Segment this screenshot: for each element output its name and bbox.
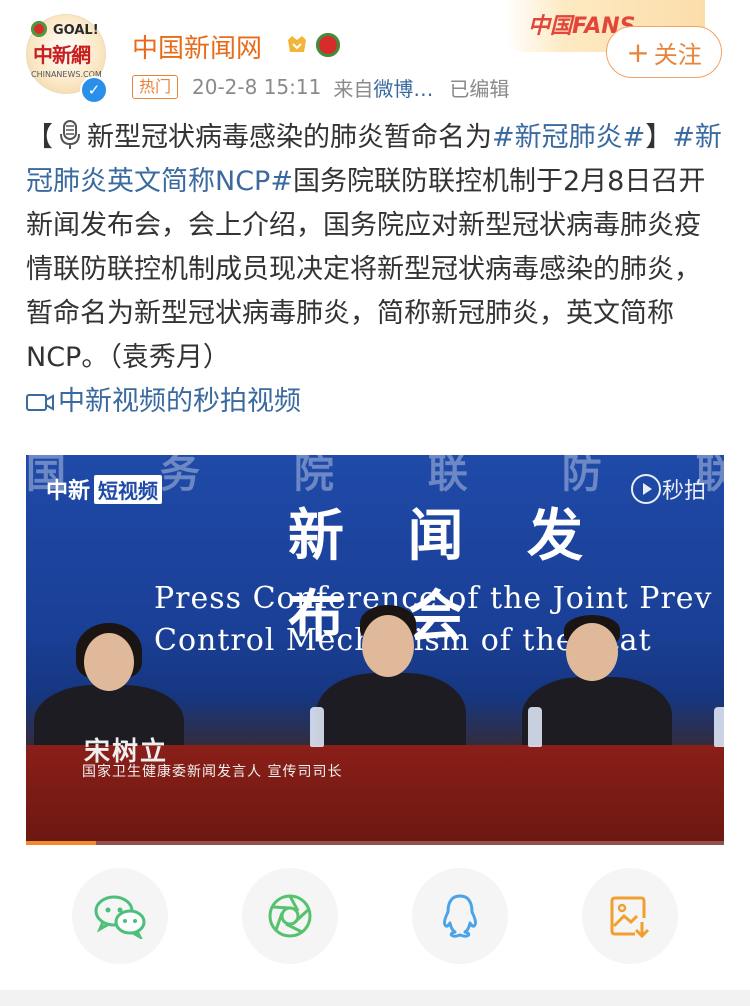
username[interactable]: 中国新闻网 (132, 28, 262, 65)
video-progress-fill (26, 841, 96, 845)
verified-icon: ✓ (80, 76, 108, 104)
wechat-icon (94, 895, 146, 939)
plus-icon: + (626, 35, 650, 69)
video-watermark: 中新 短视频 (46, 473, 163, 505)
post-header: 中国FANS GOAL! 中新網 CHINANEWS.COM ✓ 中国新闻网 热… (0, 0, 750, 110)
video-link[interactable]: 中新视频的秒拍视频 (26, 380, 301, 424)
source-prefix: 来自 (333, 76, 374, 101)
video-watermark-box: 短视频 (94, 474, 163, 504)
bracket-open: 【 (26, 122, 53, 153)
peony-icon (31, 21, 47, 37)
video-progress-bar[interactable] (26, 841, 724, 845)
bottom-divider (0, 990, 750, 1006)
post-body: 国务院联防联控机制于2月8日召开新闻发布会，会上介绍，国务院应对新型冠状病毒肺炎… (26, 166, 706, 373)
post-time: 20-2-8 15:11 (192, 75, 322, 99)
speaker-center-head (362, 615, 414, 677)
share-qq-button[interactable] (412, 868, 508, 964)
share-wechat-button[interactable] (72, 868, 168, 964)
video-link-label: 中新视频的秒拍视频 (58, 386, 301, 417)
video-watermark-text: 中新 (46, 479, 91, 504)
post-meta: 热门 20-2-8 15:11 来自 微博… 已编辑 (132, 73, 509, 101)
play-icon (630, 474, 661, 504)
water-bottle (528, 707, 542, 747)
follow-button[interactable]: + 关注 (606, 26, 722, 78)
source-link[interactable]: 微博… (373, 73, 433, 102)
bracket-close: 】 (645, 122, 673, 153)
hashtag-xinguan[interactable]: #新冠肺炎# (492, 122, 645, 153)
speaker-left-head (84, 633, 134, 691)
video-player[interactable]: 国 务 院 联 防 联 控 新 闻 发 布 会 Press Conference… (26, 455, 724, 845)
post-text: 【 新型冠状病毒感染的肺炎暂命名为#新冠肺炎#】#新冠肺炎英文简称NCP#国务院… (26, 116, 726, 427)
water-bottle (714, 707, 724, 747)
hot-tag: 热门 (132, 75, 179, 99)
share-moments-button[interactable] (242, 868, 338, 964)
miaopai-label: 秒拍 (661, 479, 706, 504)
peony-badge-icon (316, 33, 340, 57)
follow-label: 关注 (653, 40, 702, 69)
edited-label: 已编辑 (449, 76, 510, 101)
post-title-text: 新型冠状病毒感染的肺炎暂命名为 (87, 122, 492, 153)
speaker-caption-role: 国家卫生健康委新闻发言人 宣传司司长 (82, 764, 343, 780)
membership-badge-icon (288, 36, 306, 52)
speaker-right-head (566, 623, 618, 681)
moments-aperture-icon (268, 894, 312, 938)
water-bottle (310, 707, 324, 747)
miaopai-watermark: 秒拍 (630, 473, 706, 505)
microphone-icon (60, 120, 80, 149)
save-image-icon (610, 896, 650, 938)
save-image-button[interactable] (582, 868, 678, 964)
video-camera-icon (26, 394, 54, 411)
video-banner-top-text: 国 务 院 联 防 联 控 (26, 455, 724, 497)
video-banner-en-line1: Press Conference of the Joint Prev (154, 581, 713, 616)
qq-penguin-icon (443, 894, 477, 938)
avatar-logo-text: 中新網 (33, 43, 91, 67)
avatar-goal-text: GOAL! (53, 23, 99, 38)
share-row (0, 868, 750, 968)
